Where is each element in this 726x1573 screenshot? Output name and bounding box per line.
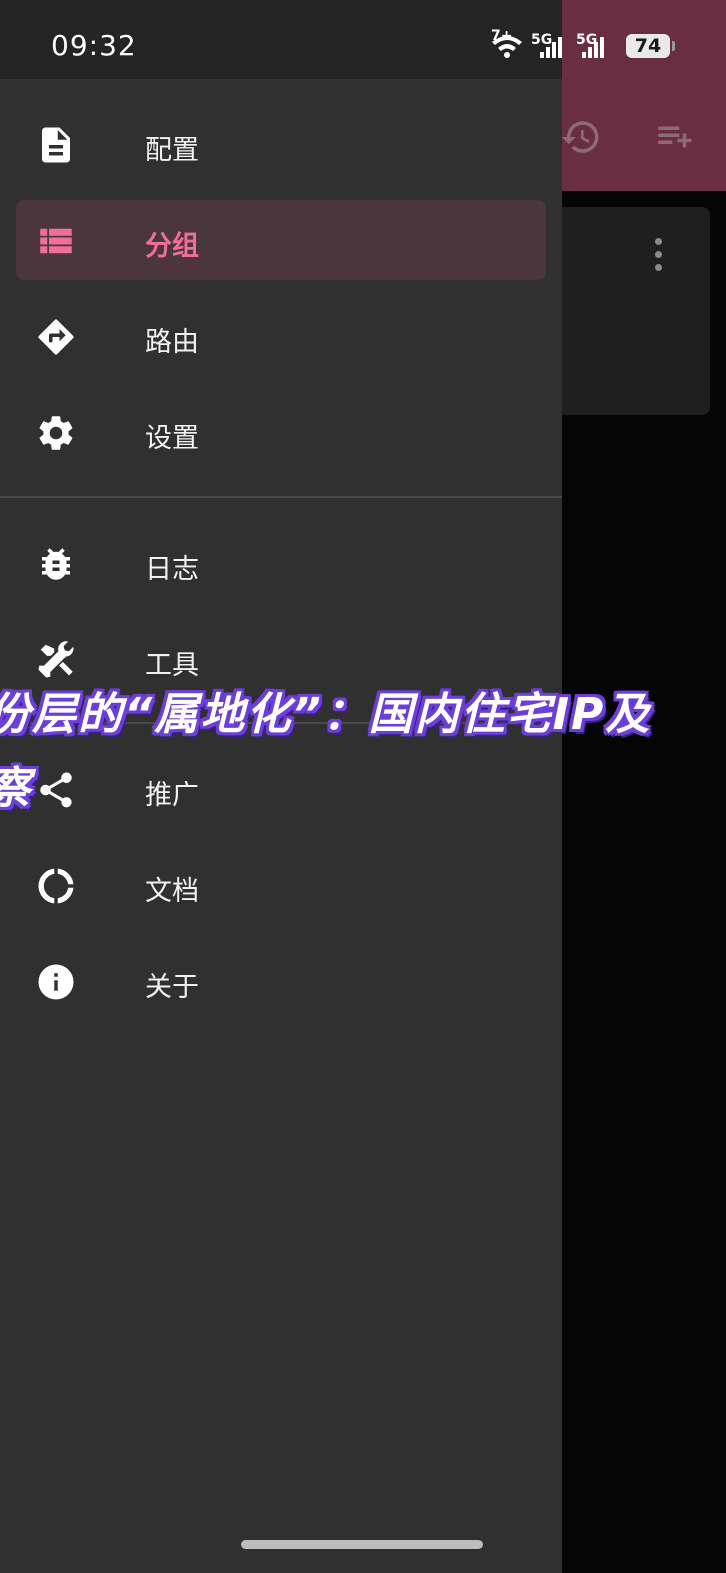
list-icon	[40, 228, 72, 254]
nav-item-label: 工具	[145, 650, 199, 681]
nav-item-route[interactable]: 路由	[16, 296, 546, 376]
overlay-headline-continued: 察	[0, 752, 32, 816]
gear-icon	[39, 416, 73, 450]
nav-item-promote[interactable]: 推广	[16, 749, 546, 829]
nav-item-label: 关于	[145, 972, 199, 1003]
nav-item-label: 文档	[145, 876, 199, 907]
nav-item-label: 配置	[145, 135, 199, 166]
nav-item-label: 推广	[145, 780, 199, 811]
status-bar: 09:32 7+ 5G 5G 74	[0, 0, 726, 79]
wifi-badge: 7+	[491, 28, 513, 44]
route-directions-icon	[38, 319, 74, 355]
nav-item-logs[interactable]: 日志	[16, 523, 546, 603]
nav-item-about[interactable]: 关于	[16, 941, 546, 1021]
status-time: 09:32	[51, 29, 137, 62]
home-indicator[interactable]	[241, 1540, 483, 1549]
nav-item-label: 路由	[145, 327, 199, 358]
nav-item-label: 分组	[145, 231, 199, 262]
sim2-label: 5G	[576, 32, 598, 48]
file-document-icon	[42, 127, 70, 163]
nav-item-profiles[interactable]: 配置	[16, 104, 546, 184]
nav-item-settings[interactable]: 设置	[16, 392, 546, 472]
tools-icon	[38, 641, 74, 678]
overlay-headline: 份层的“属地化”：国内住宅IP及	[0, 689, 652, 740]
nav-item-docs[interactable]: 文档	[16, 845, 546, 925]
nav-item-label: 设置	[145, 423, 199, 454]
playlist-add-icon[interactable]	[652, 116, 696, 158]
divider	[0, 496, 562, 498]
share-icon	[40, 772, 72, 808]
more-vert-icon[interactable]	[655, 238, 663, 274]
history-icon[interactable]	[560, 116, 602, 158]
navigation-drawer: 配置 分组 路由 设置 日志 工具 推广 文档 关于	[0, 0, 562, 1573]
donut-loading-icon	[38, 868, 74, 904]
bug-icon	[42, 548, 70, 580]
info-icon	[38, 964, 74, 1000]
nav-item-label: 日志	[145, 554, 199, 585]
nav-item-groups[interactable]: 分组	[16, 200, 546, 280]
battery-indicator: 74	[626, 34, 670, 58]
battery-tip	[672, 41, 675, 51]
sim1-label: 5G	[531, 32, 553, 48]
